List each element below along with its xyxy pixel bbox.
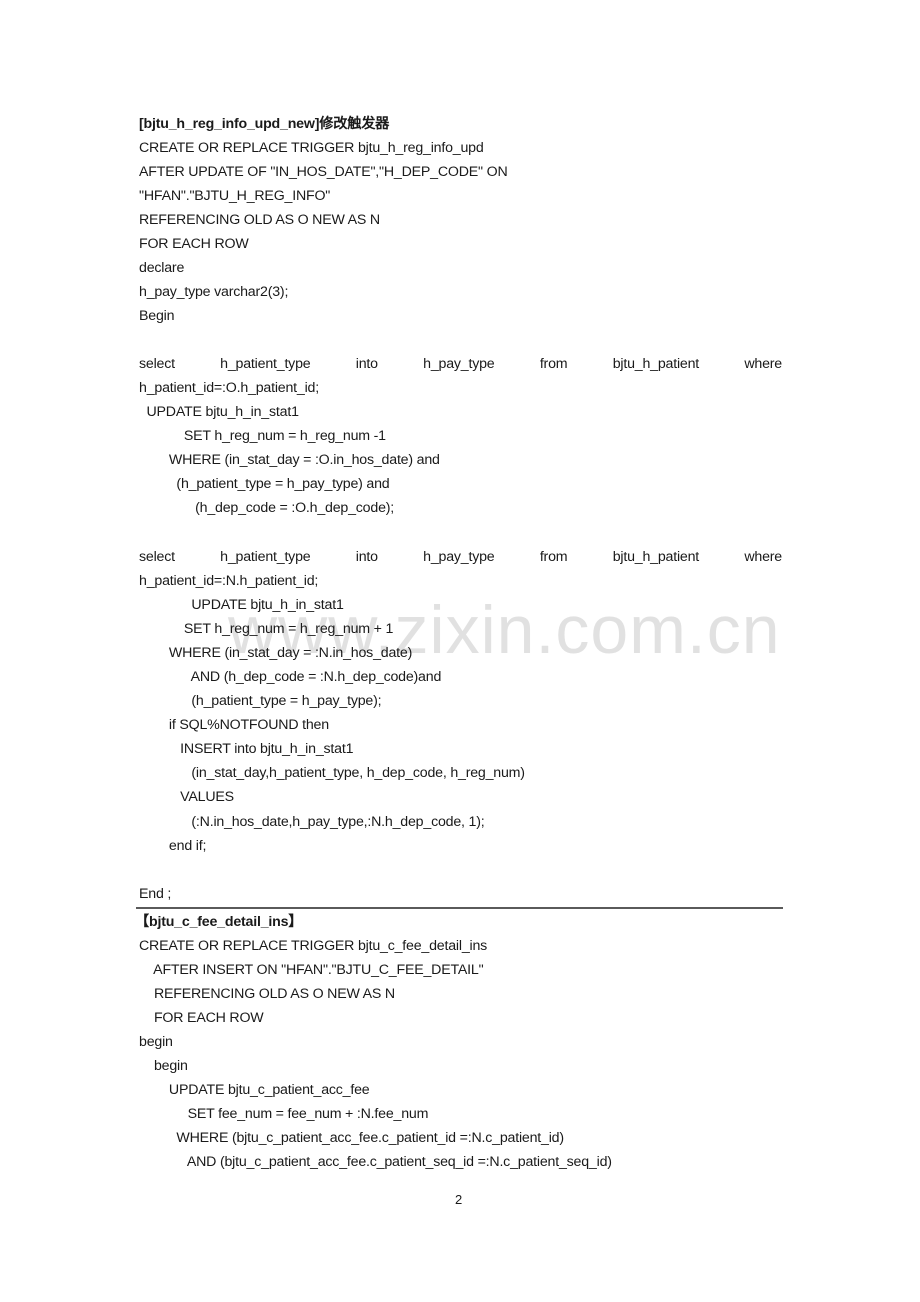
code-line: FOR EACH ROW <box>139 1010 264 1026</box>
code-line: WHERE (in_stat_day = :N.in_hos_date) <box>139 645 413 661</box>
code-word: h_pay_type <box>423 356 495 372</box>
code-word: where <box>744 549 782 565</box>
section-heading: 【bjtu_c_fee_detail_ins】 <box>135 914 303 930</box>
code-line: UPDATE bjtu_c_patient_acc_fee <box>139 1082 370 1098</box>
code-line: begin <box>139 1058 188 1074</box>
code-line: h_patient_id=:O.h_patient_id; <box>139 380 319 396</box>
code-line: WHERE (bjtu_c_patient_acc_fee.c_patient_… <box>139 1130 564 1146</box>
code-line: CREATE OR REPLACE TRIGGER bjtu_h_reg_inf… <box>139 140 484 156</box>
code-word: from <box>539 356 568 372</box>
code-word: into <box>355 356 378 372</box>
code-line-justified: select h_patient_type into h_pay_type fr… <box>139 352 782 376</box>
code-word: bjtu_h_patient <box>612 549 700 565</box>
code-word: h_patient_type <box>220 356 311 372</box>
code-line: h_pay_type varchar2(3); <box>139 284 289 300</box>
code-line: (in_stat_day,h_patient_type, h_dep_code,… <box>139 765 525 781</box>
code-line: end if; <box>139 838 207 854</box>
code-word: bjtu_h_patient <box>612 356 700 372</box>
code-line: declare <box>139 260 185 276</box>
code-line: (:N.in_hos_date,h_pay_type,:N.h_dep_code… <box>139 814 485 830</box>
code-line-end: End ; <box>139 886 172 902</box>
code-line: UPDATE bjtu_h_in_stat1 <box>139 597 344 613</box>
code-line: FOR EACH ROW <box>139 236 249 252</box>
code-line: SET h_reg_num = h_reg_num + 1 <box>139 621 394 637</box>
code-line: AND (h_dep_code = :N.h_dep_code)and <box>139 669 442 685</box>
code-line: REFERENCING OLD AS O NEW AS N <box>139 212 380 228</box>
code-word: h_patient_type <box>220 549 311 565</box>
code-line: "HFAN"."BJTU_H_REG_INFO" <box>139 188 331 204</box>
document-page: www.zixin.com.cn [bjtu_h_reg_info_upd_ne… <box>0 0 920 1302</box>
code-line: VALUES <box>139 789 234 805</box>
code-line: WHERE (in_stat_day = :O.in_hos_date) and <box>139 452 440 468</box>
code-line: AFTER UPDATE OF "IN_HOS_DATE","H_DEP_COD… <box>139 164 508 180</box>
code-line: SET h_reg_num = h_reg_num -1 <box>139 428 386 444</box>
code-word: where <box>744 356 782 372</box>
code-line: SET fee_num = fee_num + :N.fee_num <box>139 1106 429 1122</box>
section-heading: [bjtu_h_reg_info_upd_new]修改触发器 <box>139 116 390 132</box>
code-line: if SQL%NOTFOUND then <box>139 717 329 733</box>
code-line-justified: select h_patient_type into h_pay_type fr… <box>139 545 782 569</box>
code-line: (h_patient_type = h_pay_type); <box>139 693 382 709</box>
code-line: (h_patient_type = h_pay_type) and <box>139 476 390 492</box>
code-line: AND (bjtu_c_patient_acc_fee.c_patient_se… <box>139 1154 612 1170</box>
page-number: 2 <box>455 1192 463 1207</box>
code-line: h_patient_id=:N.h_patient_id; <box>139 573 319 589</box>
code-line: AFTER INSERT ON "HFAN"."BJTU_C_FEE_DETAI… <box>139 962 484 978</box>
code-line: INSERT into bjtu_h_in_stat1 <box>139 741 354 757</box>
code-line: (h_dep_code = :O.h_dep_code); <box>139 500 395 516</box>
code-word: select <box>139 549 175 565</box>
code-word: into <box>355 549 378 565</box>
code-word: h_pay_type <box>423 549 495 565</box>
section-divider <box>136 907 783 909</box>
code-line: begin <box>139 1034 173 1050</box>
code-word: select <box>139 356 175 372</box>
code-word: from <box>539 549 568 565</box>
code-line: Begin <box>139 308 175 324</box>
code-line: UPDATE bjtu_h_in_stat1 <box>139 404 299 420</box>
code-line: REFERENCING OLD AS O NEW AS N <box>139 986 395 1002</box>
code-line: CREATE OR REPLACE TRIGGER bjtu_c_fee_det… <box>139 938 488 954</box>
